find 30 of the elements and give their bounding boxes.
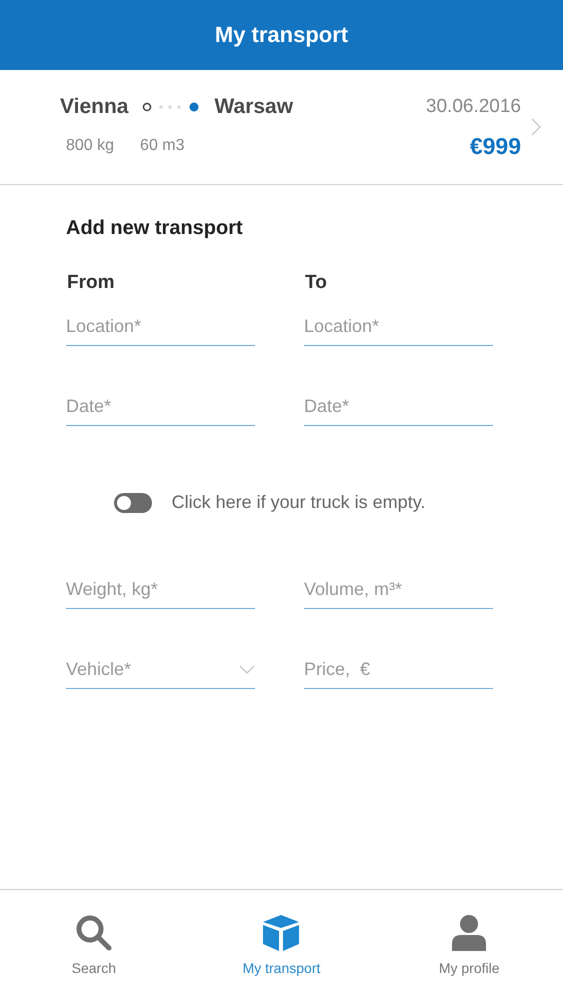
column-label: To <box>305 272 328 294</box>
input-field[interactable]: Location* <box>66 310 255 346</box>
screen-title: My transport <box>214 22 348 48</box>
origin-city: Vienna <box>60 94 128 118</box>
nav-tab[interactable]: My profile <box>375 890 563 1000</box>
volume-text: 60 m3 <box>140 137 185 155</box>
input-field[interactable]: Location* <box>304 310 493 346</box>
price-text: €999 <box>470 132 521 160</box>
chevron-right-icon <box>531 118 541 136</box>
transport-date: 30.06.2016 <box>426 96 521 118</box>
user-icon <box>451 914 488 952</box>
input-field[interactable]: Date* <box>304 390 493 426</box>
empty-truck-switch[interactable] <box>114 492 152 512</box>
input-field[interactable]: Price, € <box>304 653 493 689</box>
weight-text: 800 kg <box>66 137 114 155</box>
destination-city: Warsaw <box>214 94 294 118</box>
vehicle-dropdown[interactable]: Vehicle* <box>66 653 255 689</box>
input-field[interactable]: Date* <box>66 390 255 426</box>
route-dots-icon <box>142 102 200 112</box>
column-label: From <box>67 272 116 294</box>
input-field[interactable]: Weight, kg* <box>66 573 255 609</box>
nav-tab[interactable]: Search <box>0 890 188 1000</box>
input-field[interactable]: Volume, m³* <box>304 573 493 609</box>
search-icon <box>74 914 113 952</box>
chevron-down-icon <box>239 665 255 674</box>
switch-label: Click here if your truck is empty. <box>172 492 426 513</box>
nav-tab[interactable]: My transport <box>188 890 376 1000</box>
cube-icon <box>262 914 300 952</box>
form-title: Add new transport <box>66 217 244 240</box>
transport-card[interactable]: Vienna Warsaw 30.06.2016 800 kg 60 m3 €999 <box>0 70 563 185</box>
